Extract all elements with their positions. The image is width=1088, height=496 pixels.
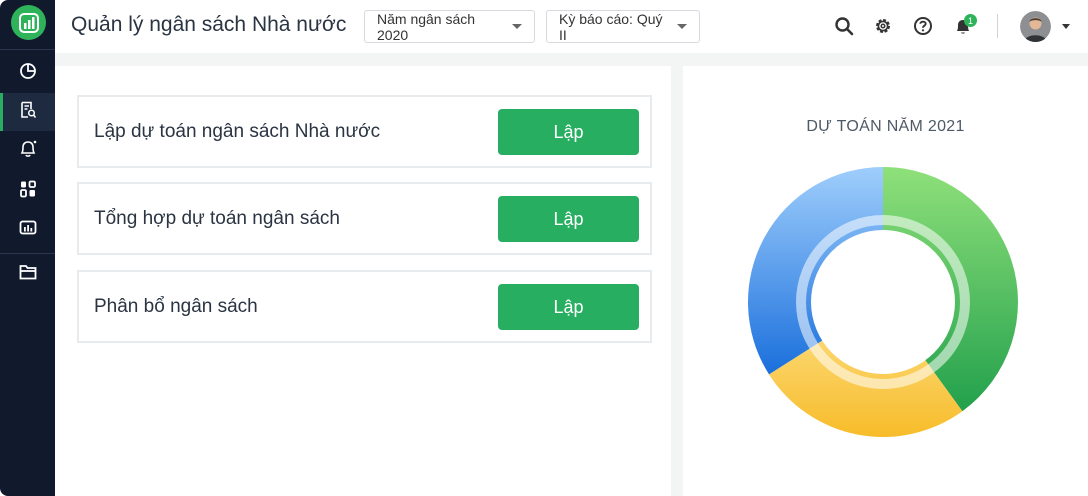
pie-chart-icon	[19, 62, 37, 85]
notification-badge: 1	[964, 14, 977, 27]
apps-grid-icon	[19, 180, 37, 203]
chevron-down-icon	[677, 24, 687, 29]
donut-hole	[811, 230, 955, 374]
create-budget-estimate-button[interactable]: Lập	[498, 109, 639, 155]
create-budget-allocation-button[interactable]: Lập	[498, 284, 639, 330]
sidebar-item-notifications[interactable]	[0, 132, 55, 170]
tasks-panel: Lập dự toán ngân sách Nhà nước Lập Tổng …	[55, 66, 671, 496]
bar-chart-icon	[19, 219, 37, 242]
gear-icon[interactable]	[871, 14, 895, 38]
task-label: Tổng hợp dự toán ngân sách	[94, 208, 340, 229]
task-card: Phân bổ ngân sách Lập	[77, 270, 652, 343]
document-search-icon	[19, 101, 37, 124]
sidebar-item-apps[interactable]	[0, 172, 55, 210]
search-icon[interactable]	[832, 14, 856, 38]
user-menu-chevron-icon[interactable]	[1062, 24, 1070, 29]
sidebar	[0, 0, 55, 496]
task-card: Lập dự toán ngân sách Nhà nước Lập	[77, 95, 652, 168]
bell-icon	[18, 139, 38, 164]
folder-icon	[19, 263, 37, 286]
donut-chart	[748, 167, 1018, 437]
chart-panel: DỰ TOÁN NĂM 2021	[683, 66, 1088, 496]
period-select[interactable]: Kỳ báo cáo: Quý II	[546, 10, 700, 43]
sidebar-divider	[0, 49, 55, 50]
app-frame: Quản lý ngân sách Nhà nước Năm ngân sách…	[0, 0, 1088, 496]
period-select-value: Kỳ báo cáo: Quý II	[559, 10, 663, 43]
sidebar-divider	[0, 253, 55, 254]
app-logo[interactable]	[11, 5, 46, 40]
avatar[interactable]	[1020, 11, 1051, 42]
create-budget-summary-button[interactable]: Lập	[498, 196, 639, 242]
chart-title: DỰ TOÁN NĂM 2021	[806, 118, 965, 135]
year-select-value: Năm ngân sách 2020	[377, 10, 476, 43]
sidebar-item-dashboard[interactable]	[0, 54, 55, 92]
header-divider	[997, 14, 998, 38]
sidebar-item-reports[interactable]	[0, 211, 55, 249]
page-title: Quản lý ngân sách Nhà nước	[71, 13, 347, 36]
sidebar-item-budget[interactable]	[0, 93, 55, 131]
help-icon[interactable]	[911, 14, 935, 38]
task-label: Lập dự toán ngân sách Nhà nước	[94, 121, 381, 142]
year-select[interactable]: Năm ngân sách 2020	[364, 10, 535, 43]
sidebar-item-files[interactable]	[0, 255, 55, 293]
task-label: Phân bổ ngân sách	[94, 296, 258, 317]
chevron-down-icon	[512, 24, 522, 29]
top-header: Quản lý ngân sách Nhà nước Năm ngân sách…	[55, 0, 1088, 53]
task-card: Tổng hợp dự toán ngân sách Lập	[77, 182, 652, 255]
